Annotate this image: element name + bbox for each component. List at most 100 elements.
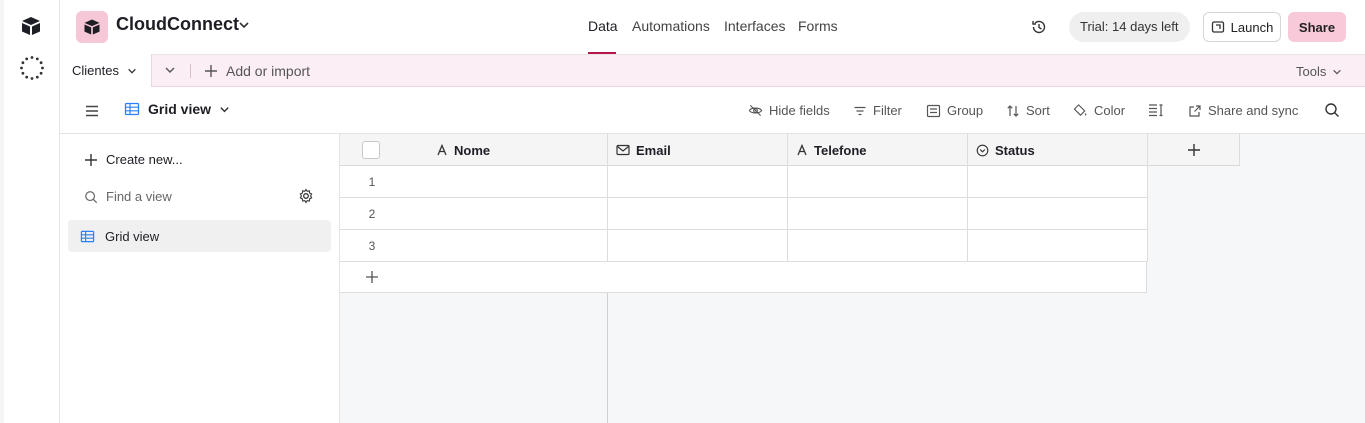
loading-spinner-icon[interactable] xyxy=(19,55,45,81)
share-sync-label: Share and sync xyxy=(1208,103,1299,118)
table-tab-clientes[interactable]: Clientes xyxy=(60,54,152,87)
cell-email[interactable] xyxy=(608,198,788,230)
column-header-telefone[interactable]: Telefone xyxy=(788,134,968,166)
search-icon[interactable] xyxy=(1324,102,1340,118)
hide-fields-label: Hide fields xyxy=(769,103,830,118)
plus-icon xyxy=(1187,144,1200,156)
create-new-view-button[interactable]: Create new... xyxy=(84,152,183,167)
more-tables-chevron-icon[interactable] xyxy=(164,64,178,78)
column-header-nome[interactable]: Nome xyxy=(340,134,608,166)
tab-data[interactable]: Data xyxy=(588,18,618,34)
external-link-icon xyxy=(1189,104,1201,117)
views-sidebar: Create new... Grid view xyxy=(60,134,340,423)
add-or-import-button[interactable]: Add or import xyxy=(204,63,310,79)
row-height-button[interactable] xyxy=(1148,103,1164,117)
grid-icon xyxy=(80,230,95,242)
view-toolbar: Grid view Hide fields Filter Group Sort … xyxy=(60,87,1365,134)
hide-fields-button[interactable]: Hide fields xyxy=(748,103,830,118)
sort-button[interactable]: Sort xyxy=(1006,103,1050,118)
launch-icon xyxy=(1211,21,1224,33)
history-icon[interactable] xyxy=(1030,18,1048,36)
cell-telefone[interactable] xyxy=(788,166,968,198)
base-icon[interactable] xyxy=(76,11,108,43)
column-label: Status xyxy=(995,142,1035,158)
group-label: Group xyxy=(947,103,984,118)
eye-slash-icon xyxy=(748,104,763,117)
group-icon xyxy=(926,104,941,117)
filter-icon xyxy=(854,106,866,115)
gear-icon[interactable] xyxy=(298,188,314,204)
sort-label: Sort xyxy=(1026,103,1050,118)
table-tabs-bar: Clientes Add or import Tools xyxy=(60,54,1365,87)
create-new-label: Create new... xyxy=(106,152,183,167)
column-label: Nome xyxy=(454,142,491,158)
top-header: CloudConnect Data Automations Interfaces… xyxy=(60,0,1365,55)
row-height-icon xyxy=(1149,104,1163,117)
chevron-down-icon xyxy=(220,106,229,112)
view-switcher-label: Grid view xyxy=(148,101,212,117)
color-button[interactable]: Color xyxy=(1073,103,1125,118)
sort-icon xyxy=(1007,104,1019,117)
view-switcher[interactable]: Grid view xyxy=(124,101,230,117)
color-label: Color xyxy=(1094,103,1126,118)
table-row[interactable]: 2 xyxy=(340,198,1148,230)
table-tab-label: Clientes xyxy=(72,63,119,78)
column-label: Telefone xyxy=(814,142,867,158)
chevron-down-icon[interactable] xyxy=(238,19,250,31)
grid-header-row: Nome Email Telefone Status xyxy=(340,134,1240,166)
cell-nome[interactable] xyxy=(340,198,608,230)
view-item-grid-view[interactable]: Grid view xyxy=(68,220,331,252)
cell-nome[interactable] xyxy=(340,166,608,198)
plus-icon xyxy=(205,65,217,77)
add-import-label: Add or import xyxy=(226,63,311,79)
text-field-icon xyxy=(797,144,807,156)
cell-email[interactable] xyxy=(608,230,788,262)
tab-automations[interactable]: Automations xyxy=(632,18,710,34)
plus-icon xyxy=(85,153,97,166)
grid-icon xyxy=(124,102,140,116)
app-rail xyxy=(0,0,60,423)
single-select-icon xyxy=(976,144,989,156)
cell-status[interactable] xyxy=(968,230,1148,262)
cell-telefone[interactable] xyxy=(788,230,968,262)
chevron-down-icon xyxy=(1333,69,1342,75)
tab-interfaces[interactable]: Interfaces xyxy=(724,18,785,34)
view-item-label: Grid view xyxy=(105,228,160,244)
cell-nome[interactable] xyxy=(340,230,608,262)
column-header-email[interactable]: Email xyxy=(608,134,788,166)
active-tab-indicator xyxy=(588,52,616,54)
group-button[interactable]: Group xyxy=(926,103,983,118)
column-header-status[interactable]: Status xyxy=(968,134,1148,166)
filter-button[interactable]: Filter xyxy=(853,103,902,118)
add-field-button[interactable] xyxy=(1148,134,1240,166)
cell-status[interactable] xyxy=(968,198,1148,230)
divider xyxy=(190,64,191,78)
filter-label: Filter xyxy=(873,103,902,118)
paint-bucket-icon xyxy=(1073,104,1087,116)
airtable-logo-icon[interactable] xyxy=(19,14,43,38)
table-row[interactable]: 1 xyxy=(340,166,1148,198)
text-field-icon xyxy=(437,144,447,156)
tools-button[interactable]: Tools xyxy=(1296,64,1342,79)
base-name[interactable]: CloudConnect xyxy=(116,14,239,35)
search-icon xyxy=(85,190,98,203)
cell-status[interactable] xyxy=(968,166,1148,198)
find-view-search xyxy=(84,189,276,204)
hamburger-menu-icon[interactable] xyxy=(84,103,100,119)
email-field-icon xyxy=(616,144,630,156)
launch-button[interactable]: Launch xyxy=(1203,12,1281,42)
table-row[interactable]: 3 xyxy=(340,230,1148,262)
launch-label: Launch xyxy=(1230,19,1274,35)
select-all-checkbox[interactable] xyxy=(362,141,380,159)
find-view-input[interactable] xyxy=(106,189,276,204)
add-row-button[interactable] xyxy=(340,262,1147,293)
chevron-down-icon xyxy=(128,68,136,74)
trial-badge[interactable]: Trial: 14 days left xyxy=(1069,12,1190,42)
tab-forms[interactable]: Forms xyxy=(798,18,838,34)
column-label: Email xyxy=(636,142,671,158)
cell-email[interactable] xyxy=(608,166,788,198)
share-and-sync-button[interactable]: Share and sync xyxy=(1188,103,1298,118)
cell-telefone[interactable] xyxy=(788,198,968,230)
tools-label: Tools xyxy=(1296,64,1327,79)
share-button[interactable]: Share xyxy=(1288,12,1346,42)
